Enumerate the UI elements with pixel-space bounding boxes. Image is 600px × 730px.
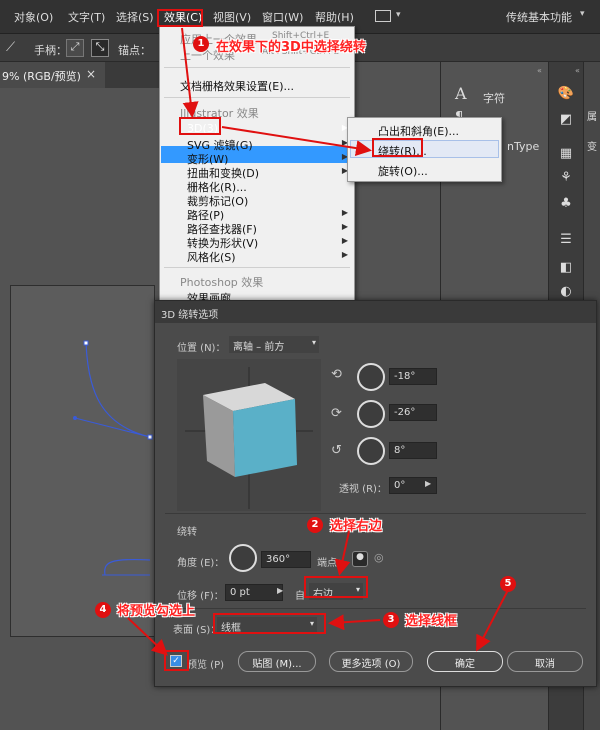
annotation-step2-number: 2 [307,517,323,533]
annotation-step1-number: 1 [193,36,209,52]
annotation-step4-text: 将预览勾选上 [117,604,196,619]
annotation-step4-number: 4 [95,602,111,618]
annotation-step5-number: 5 [500,576,516,592]
annotation-step3-number: 3 [383,612,399,628]
annotation-step3-text: 选择线框 [405,614,458,629]
annotation-step1-text: 在效果下的3D中选择绕转 [216,40,366,55]
annotation-step2-text: 选择右边 [330,519,383,534]
annotation-arrows [127,27,509,656]
